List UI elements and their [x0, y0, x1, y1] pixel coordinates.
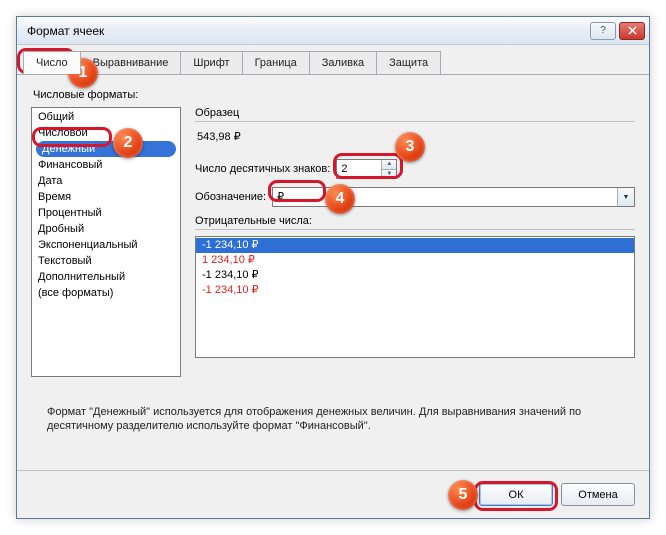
- dialog-title: Формат ячеек: [27, 24, 587, 38]
- list-item[interactable]: Экспоненциальный: [32, 237, 180, 253]
- sample-label: Образец: [195, 107, 635, 119]
- tab-border[interactable]: Граница: [242, 51, 310, 74]
- list-item[interactable]: Дробный: [32, 221, 180, 237]
- format-description: Формат "Денежный" используется для отобр…: [31, 397, 635, 433]
- list-item[interactable]: -1 234,10 ₽: [196, 283, 634, 298]
- titlebar: Формат ячеек ?: [17, 17, 649, 45]
- tab-fill[interactable]: Заливка: [309, 51, 377, 74]
- close-button[interactable]: [619, 22, 645, 40]
- number-formats-list[interactable]: Общий Числовой Денежный Финансовый Дата …: [31, 107, 181, 377]
- tab-font[interactable]: Шрифт: [180, 51, 242, 74]
- list-item[interactable]: Текстовый: [32, 253, 180, 269]
- symbol-value: ₽: [273, 188, 617, 206]
- close-icon: [628, 26, 637, 35]
- tab-body: Числовые форматы: Общий Числовой Денежны…: [17, 75, 649, 471]
- list-item[interactable]: Дата: [32, 173, 180, 189]
- list-item[interactable]: Время: [32, 189, 180, 205]
- ok-button[interactable]: ОК: [479, 483, 553, 506]
- list-item[interactable]: 1 234,10 ₽: [196, 253, 634, 268]
- list-item[interactable]: Общий: [32, 109, 180, 125]
- formats-label: Числовые форматы:: [33, 89, 635, 101]
- list-item[interactable]: Дополнительный: [32, 269, 180, 285]
- tab-alignment[interactable]: Выравнивание: [80, 51, 182, 74]
- cancel-button[interactable]: Отмена: [561, 483, 635, 506]
- format-cells-dialog: Формат ячеек ? Число Выравнивание Шрифт …: [16, 16, 650, 519]
- negative-label: Отрицательные числа:: [195, 215, 635, 227]
- help-button[interactable]: ?: [590, 22, 616, 40]
- tabstrip: Число Выравнивание Шрифт Граница Заливка…: [17, 45, 649, 75]
- symbol-combo[interactable]: ₽ ▼: [272, 187, 635, 207]
- chevron-down-icon[interactable]: ▼: [617, 188, 634, 206]
- tab-number[interactable]: Число: [23, 51, 81, 74]
- sample-value: 543,98 ₽: [195, 128, 635, 147]
- list-item[interactable]: -1 234,10 ₽: [196, 238, 634, 253]
- symbol-label: Обозначение:: [195, 191, 266, 203]
- list-item[interactable]: Денежный: [36, 141, 176, 157]
- dialog-footer: ОК Отмена: [17, 470, 649, 518]
- list-item[interactable]: (все форматы): [32, 285, 180, 301]
- list-item[interactable]: Процентный: [32, 205, 180, 221]
- decimal-places-input[interactable]: [337, 160, 381, 178]
- negative-numbers-list[interactable]: -1 234,10 ₽ 1 234,10 ₽ -1 234,10 ₽ -1 23…: [195, 236, 635, 358]
- list-item[interactable]: Финансовый: [32, 157, 180, 173]
- spinner-down[interactable]: ▼: [382, 169, 396, 179]
- spinner-up[interactable]: ▲: [382, 160, 396, 169]
- decimal-places-label: Число десятичных знаков:: [195, 163, 330, 175]
- list-item[interactable]: Числовой: [32, 125, 180, 141]
- decimal-places-spinner[interactable]: ▲ ▼: [336, 159, 397, 179]
- list-item[interactable]: -1 234,10 ₽: [196, 268, 634, 283]
- tab-protect[interactable]: Защита: [376, 51, 441, 74]
